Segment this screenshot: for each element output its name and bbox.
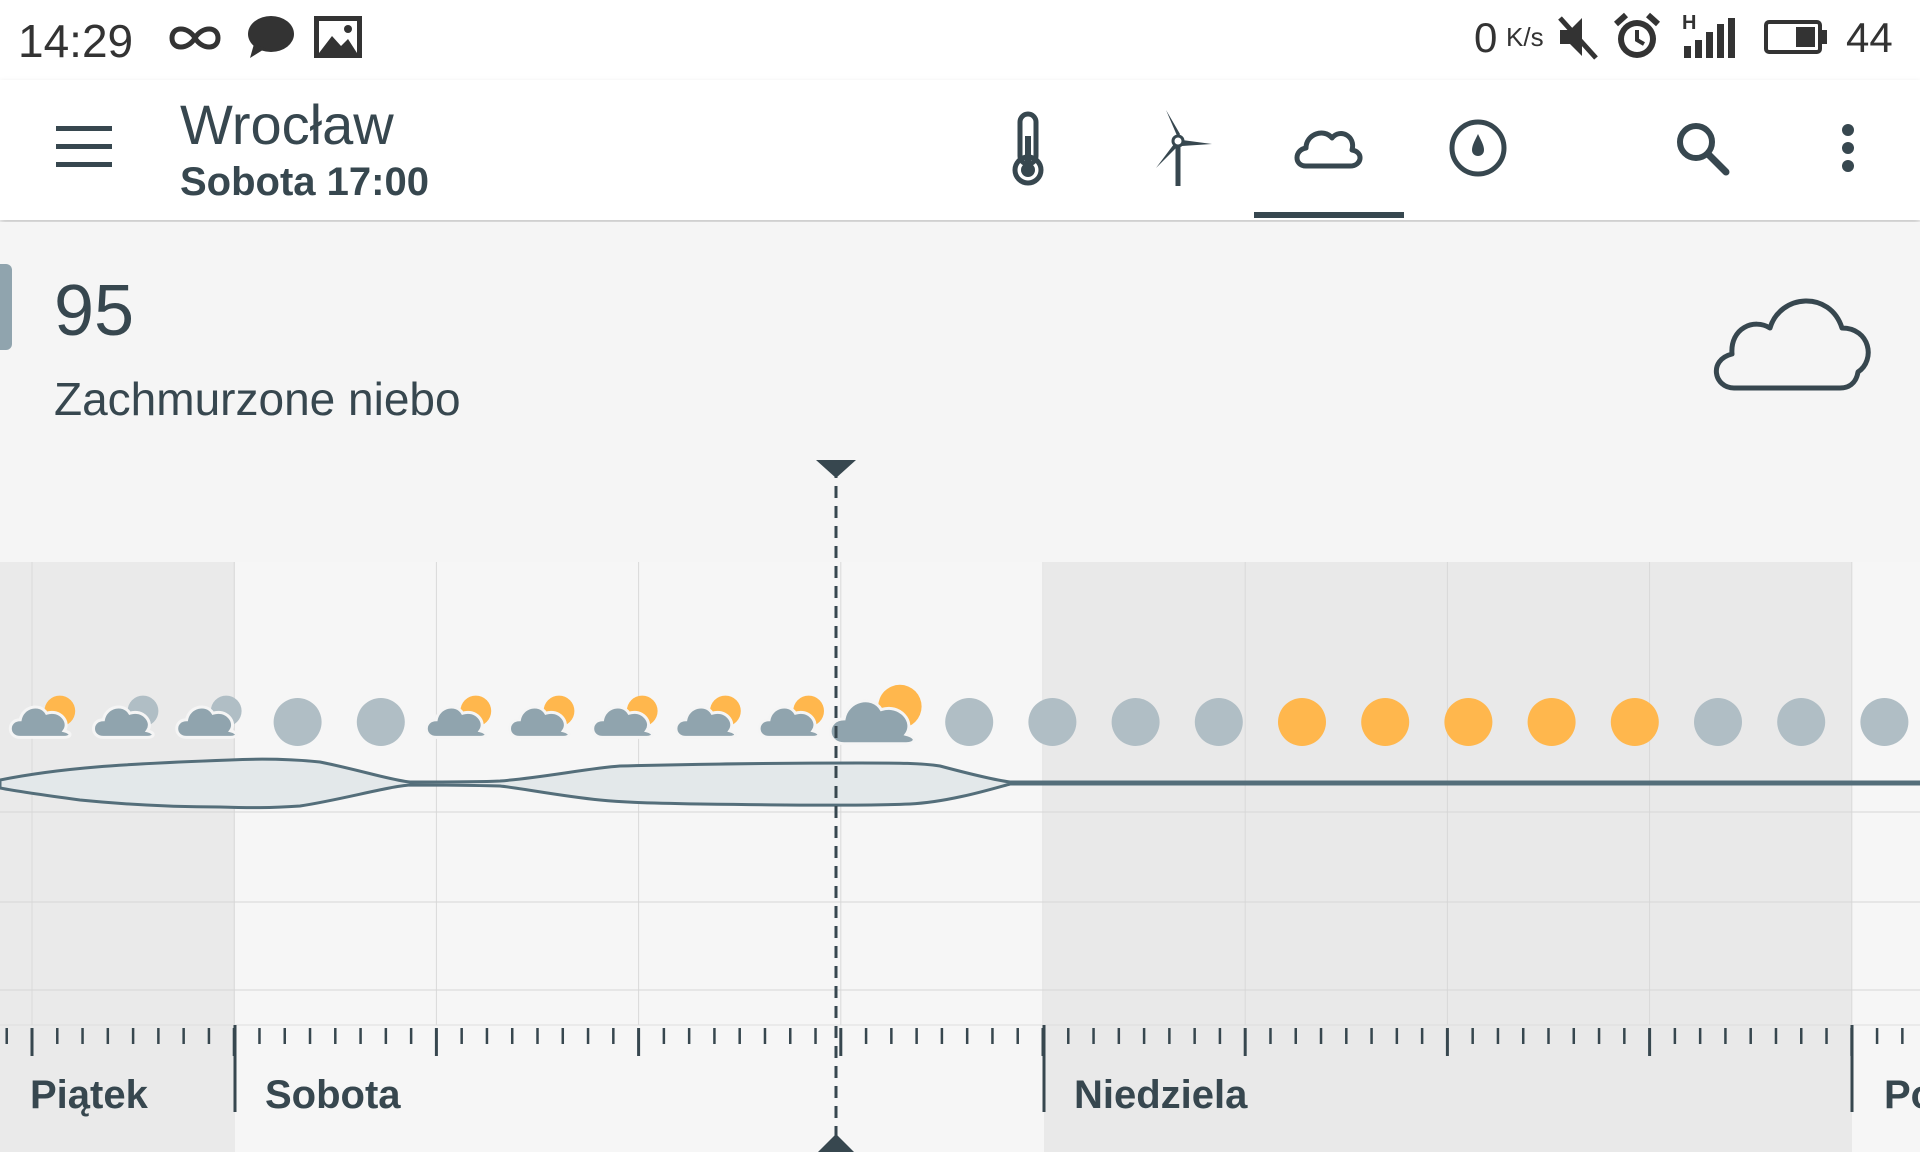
battery-percent: 44 (1846, 14, 1893, 61)
condition-clear-icon (1527, 698, 1576, 746)
condition-cloudy-icon (1028, 698, 1077, 746)
wind-turbine-icon (1156, 110, 1212, 186)
image-icon (314, 16, 362, 58)
chat-bubble-icon (248, 16, 294, 58)
status-time: 14:29 (18, 15, 134, 67)
search-button[interactable] (1662, 108, 1742, 188)
tab-pressure[interactable] (1438, 108, 1518, 188)
time-cursor-top-marker[interactable] (816, 460, 856, 478)
timeline-chart[interactable]: Piątek Sobota Niedziela Po (0, 222, 1920, 1152)
status-bar: 14:29 0 K/s H 44 (0, 0, 1920, 80)
thermometer-icon (1012, 111, 1044, 186)
cloud-icon (1294, 130, 1363, 169)
condition-clear-icon (1361, 698, 1410, 746)
selected-datetime: Sobota 17:00 (180, 160, 429, 204)
battery-icon (1764, 20, 1827, 54)
day-shading (1852, 562, 1920, 1152)
condition-clear-icon (1610, 698, 1659, 746)
menu-icon (56, 126, 112, 131)
forecast-panel: 95 Zachmurzone niebo Piątek Sobota Niedz… (0, 222, 1920, 1152)
night-shading (1044, 562, 1852, 1152)
condition-cloudy-icon (273, 698, 322, 746)
menu-button[interactable] (56, 126, 112, 170)
infinity-icon (169, 26, 221, 50)
location-title[interactable]: Wrocław (180, 92, 394, 157)
signal-icon (1684, 18, 1735, 58)
network-speed-unit: K/s (1506, 22, 1544, 52)
more-vert-icon (1842, 124, 1854, 172)
day-label-monday: Po (1884, 1073, 1920, 1117)
day-label-saturday: Sobota (265, 1073, 401, 1117)
network-speed: 0 (1474, 14, 1498, 61)
alarm-icon (1613, 12, 1661, 58)
night-shading (0, 562, 235, 1152)
condition-cloudy-icon (1694, 698, 1742, 746)
condition-cloudy-icon (1194, 698, 1243, 746)
more-options-button[interactable] (1808, 108, 1888, 188)
search-icon (1677, 123, 1730, 176)
condition-cloudy-icon (1111, 698, 1160, 746)
app-toolbar: Wrocław Sobota 17:00 (0, 80, 1920, 220)
tab-wind[interactable] (1138, 108, 1218, 188)
condition-cloudy-icon (356, 698, 405, 746)
menu-icon-line (56, 144, 112, 149)
condition-cloudy-icon (945, 698, 994, 746)
condition-cloudy-icon (1860, 698, 1909, 746)
menu-icon-line (56, 162, 112, 167)
active-tab-indicator (1254, 212, 1404, 218)
tab-temperature[interactable] (988, 108, 1068, 188)
day-label-friday: Piątek (30, 1073, 149, 1117)
day-shading (235, 562, 1044, 1152)
mute-icon (1558, 16, 1598, 60)
condition-cloudy-icon (1777, 698, 1826, 746)
pressure-gauge-icon (1449, 119, 1507, 177)
tab-clouds[interactable] (1288, 108, 1368, 188)
condition-clear-icon (1444, 698, 1493, 746)
condition-clear-icon (1278, 698, 1326, 746)
day-label-sunday: Niedziela (1074, 1073, 1248, 1117)
